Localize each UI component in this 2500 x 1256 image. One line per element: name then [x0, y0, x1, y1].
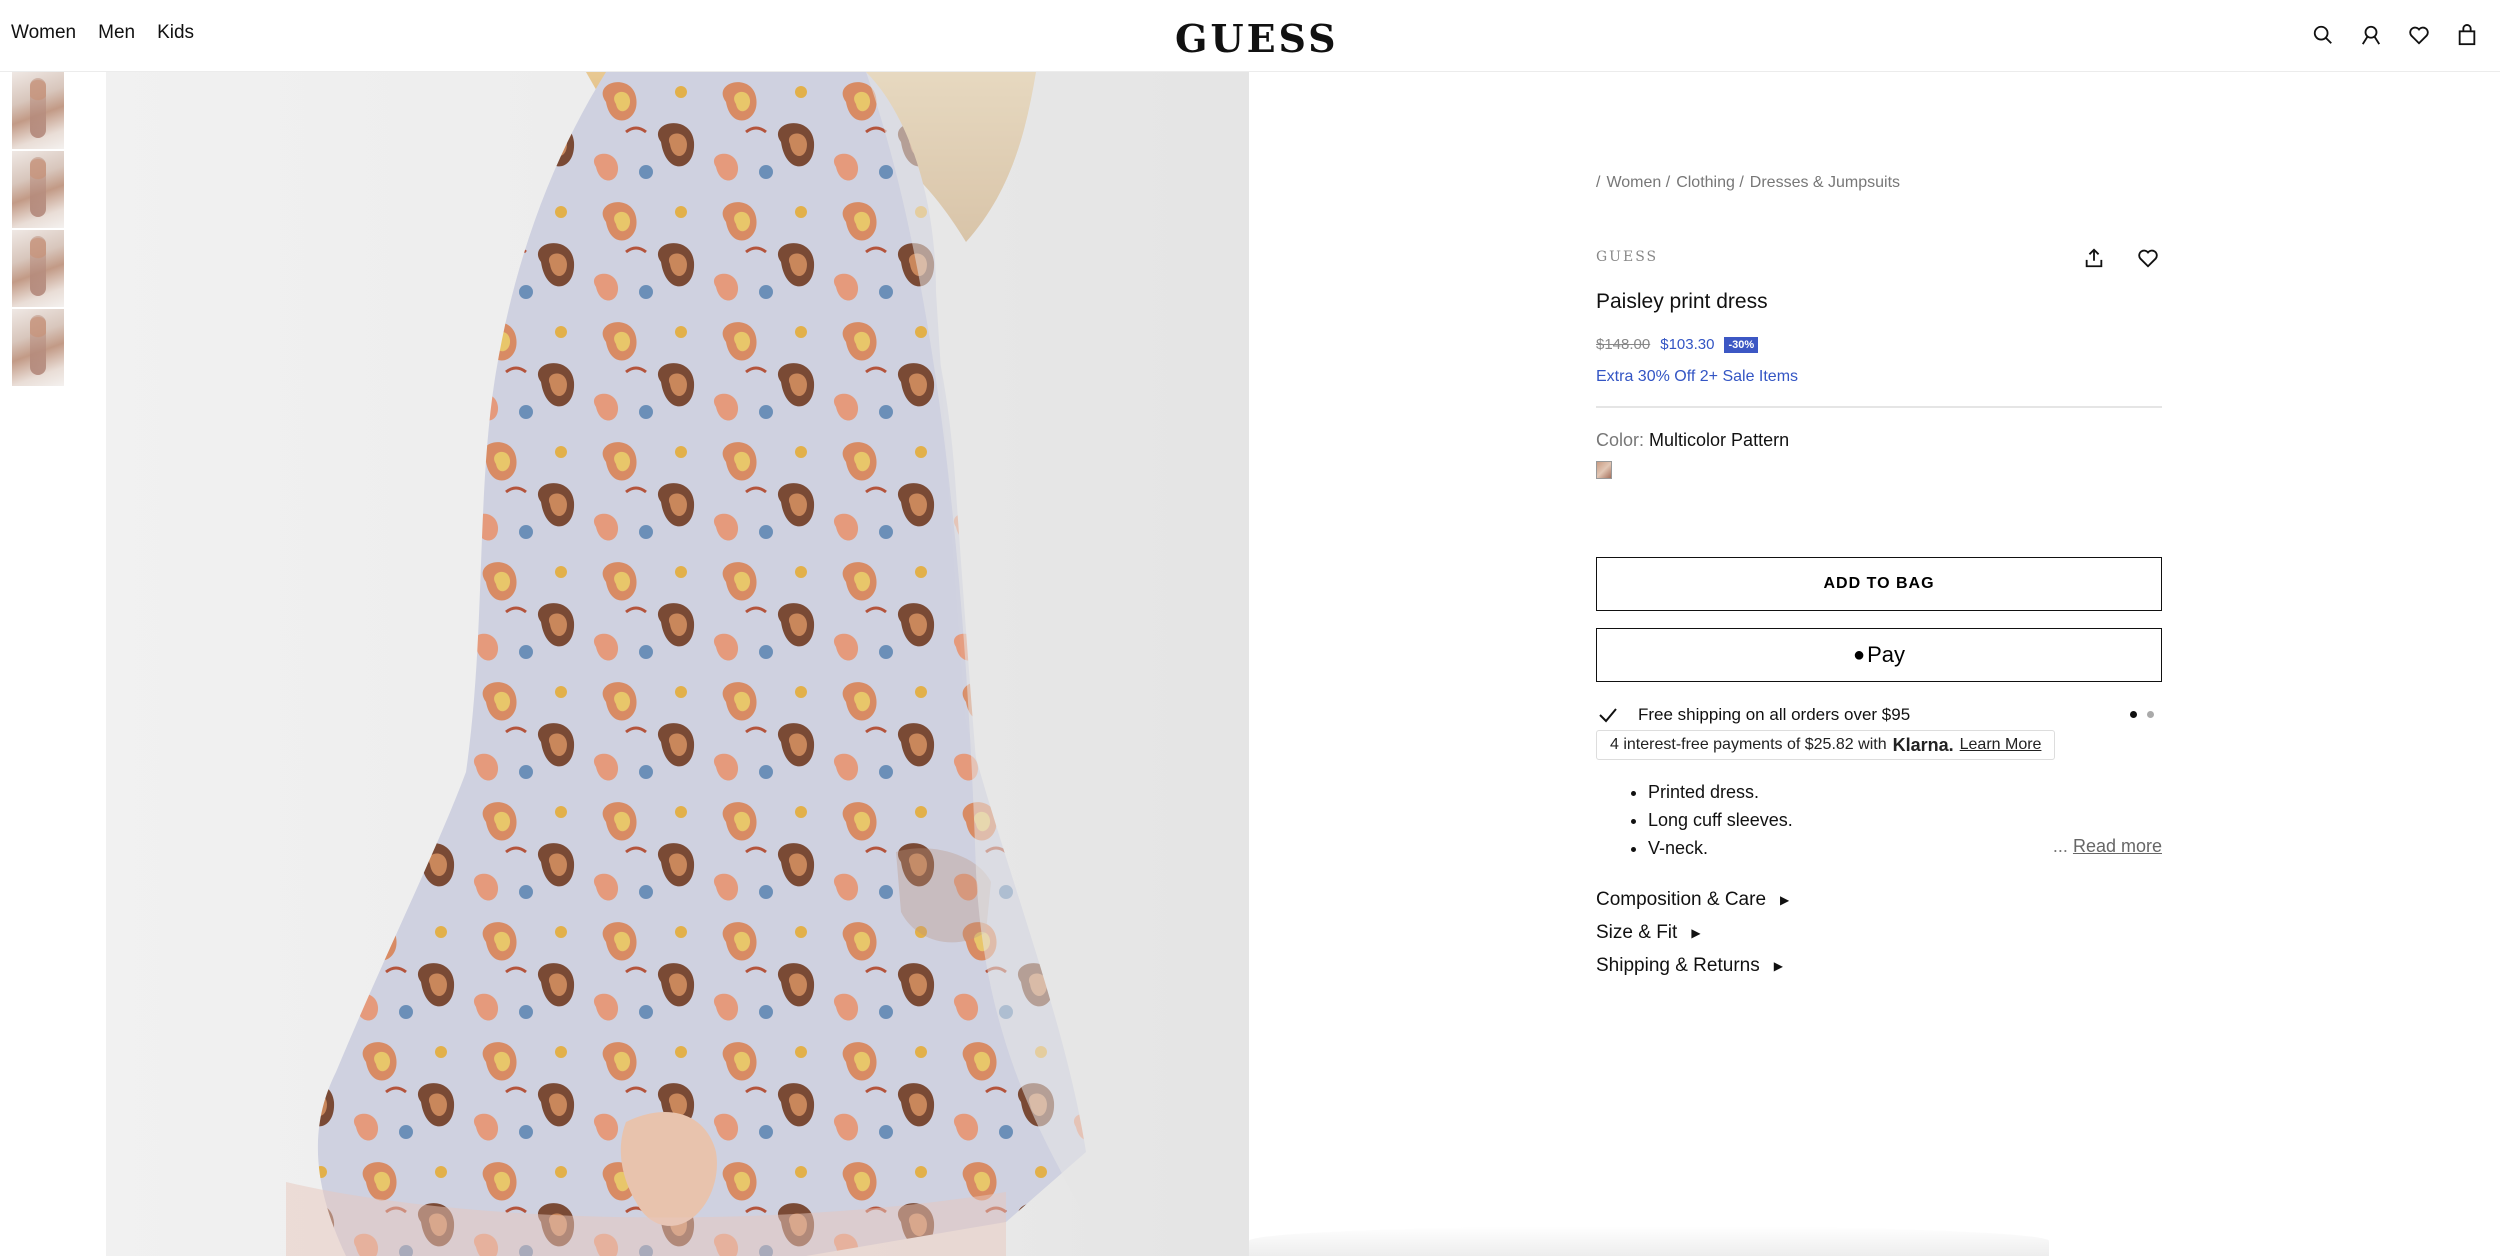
product-info-panel: / Women / Clothing / Dresses & Jumpsuits… — [1596, 0, 2162, 1256]
product-main-image[interactable] — [106, 72, 1249, 1256]
sale-price: $103.30 — [1660, 336, 1715, 353]
bottom-shadow — [1249, 1226, 2049, 1256]
accordion-shipping-returns[interactable]: Shipping & Returns ▶ — [1596, 955, 1783, 977]
price-block: $148.00 $103.30 -30% — [1596, 336, 1759, 353]
apple-pay-button[interactable]: ● Pay — [1596, 628, 2162, 682]
guess-logo[interactable]: GUESS — [1175, 16, 1339, 61]
product-title: Paisley print dress — [1596, 290, 1768, 313]
nav-kids[interactable]: Kids — [157, 22, 194, 44]
breadcrumb-root[interactable]: / — [1596, 174, 1600, 192]
feature-item: Printed dress. — [1648, 778, 1793, 806]
accordion-label: Size & Fit — [1596, 922, 1678, 943]
klarna-banner: 4 interest-free payments of $25.82 with … — [1596, 730, 2056, 760]
feature-item: V-neck. — [1648, 834, 1793, 862]
search-icon[interactable] — [2310, 22, 2336, 48]
thumbnail-4[interactable] — [12, 309, 64, 386]
read-more: ... Read more — [2053, 836, 2162, 857]
caret-right-icon: ▶ — [1691, 926, 1701, 940]
breadcrumb-dresses[interactable]: Dresses & Jumpsuits — [1750, 174, 1900, 192]
breadcrumb-women[interactable]: Women / — [1606, 174, 1670, 192]
thumbnail-strip — [12, 72, 64, 388]
thumbnail-3[interactable] — [12, 230, 64, 307]
read-more-ellipsis: ... — [2052, 836, 2068, 856]
shipping-banner: Free shipping on all orders over $95 — [1596, 702, 2162, 728]
thumbnail-2[interactable] — [12, 151, 64, 228]
accordion-composition-care[interactable]: Composition & Care ▶ — [1596, 889, 1789, 911]
klarna-learn-more-link[interactable]: Learn More — [1960, 736, 2042, 754]
nav-women[interactable]: Women — [11, 22, 76, 44]
apple-icon: ● — [1852, 643, 1866, 666]
thumbnail-1[interactable] — [12, 72, 64, 149]
color-value: Multicolor Pattern — [1649, 430, 1790, 450]
wishlist-icon[interactable] — [2406, 22, 2432, 48]
divider — [1596, 406, 2162, 408]
breadcrumb-clothing[interactable]: Clothing / — [1676, 174, 1744, 192]
caret-right-icon: ▶ — [1780, 893, 1790, 907]
accordion-label: Shipping & Returns — [1596, 955, 1760, 976]
shipping-text: Free shipping on all orders over $95 — [1638, 705, 1911, 724]
klarna-text: 4 interest-free payments of $25.82 with — [1610, 736, 1887, 753]
accordion-label: Composition & Care — [1596, 889, 1767, 910]
feature-item: Long cuff sleeves. — [1648, 806, 1793, 834]
main-nav: Women Men Kids — [11, 22, 194, 44]
discount-badge: -30% — [1724, 336, 1759, 353]
product-features: Printed dress. Long cuff sleeves. V-neck… — [1648, 778, 1793, 862]
caret-right-icon: ▶ — [1773, 959, 1783, 973]
carousel-dots[interactable] — [2130, 711, 2154, 718]
color-selector: Color: Multicolor Pattern — [1596, 430, 1789, 451]
add-to-bag-button[interactable]: ADD TO BAG — [1596, 557, 2162, 611]
color-swatch-multicolor[interactable] — [1596, 461, 1612, 479]
promo-message: Extra 30% Off 2+ Sale Items — [1596, 368, 1799, 385]
paisley-dress-photo — [286, 72, 1249, 1256]
account-icon[interactable] — [2358, 22, 2384, 48]
share-icon[interactable] — [2080, 244, 2108, 272]
bag-icon[interactable] — [2454, 22, 2480, 48]
accordion-size-fit[interactable]: Size & Fit ▶ — [1596, 922, 1701, 944]
checkmark-icon — [1596, 703, 1620, 727]
color-label: Color: — [1596, 430, 1645, 450]
read-more-link[interactable]: Read more — [2073, 836, 2162, 856]
nav-men[interactable]: Men — [98, 22, 135, 44]
breadcrumb: / Women / Clothing / Dresses & Jumpsuits — [1596, 174, 1900, 192]
product-wishlist-icon[interactable] — [2134, 244, 2162, 272]
apple-pay-label: Pay — [1867, 642, 1905, 667]
product-brand: GUESS — [1596, 249, 1659, 265]
klarna-logo: Klarna. — [1892, 734, 1954, 755]
original-price: $148.00 — [1596, 336, 1651, 353]
header-icons — [2310, 22, 2480, 48]
